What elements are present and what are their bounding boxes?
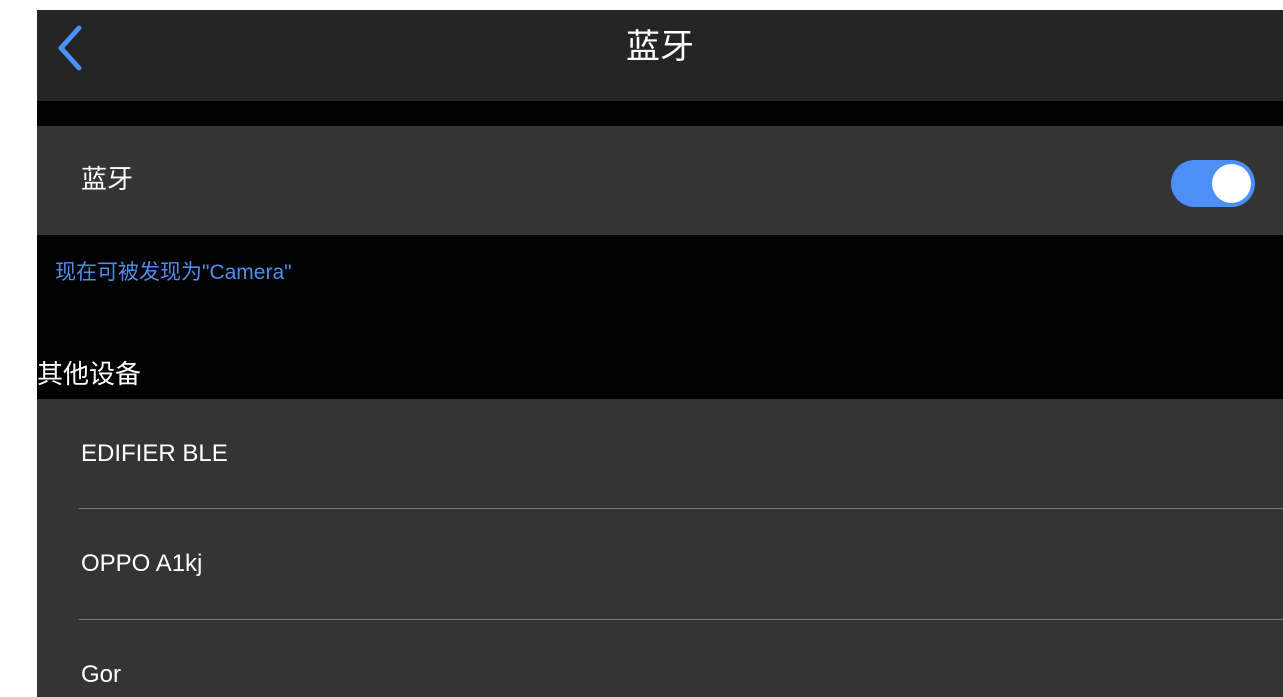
device-item-oppo-a1kj[interactable]: OPPO A1kj: [37, 509, 1283, 619]
page-title: 蓝牙: [626, 27, 694, 67]
other-devices-title: 其他设备: [37, 360, 142, 390]
device-name: OPPO A1kj: [81, 550, 203, 577]
bluetooth-toggle-row: 蓝牙: [37, 126, 1283, 235]
back-button[interactable]: [45, 20, 95, 80]
toggle-knob: [1212, 164, 1251, 203]
chevron-left-icon: [55, 24, 85, 76]
bluetooth-settings-screen: 蓝牙 蓝牙 现在可被发现为"Camera" 其他设备 EDIFIER BLE O…: [37, 10, 1283, 697]
device-name: EDIFIER BLE: [81, 440, 228, 467]
bluetooth-toggle[interactable]: [1171, 160, 1255, 207]
device-item-gor[interactable]: Gor: [37, 620, 1283, 697]
device-item-edifier-ble[interactable]: EDIFIER BLE: [37, 399, 1283, 509]
discoverable-status: 现在可被发现为"Camera": [55, 261, 292, 284]
device-name: Gor: [81, 661, 122, 688]
device-list: EDIFIER BLE OPPO A1kj Gor: [37, 399, 1283, 697]
bluetooth-label: 蓝牙: [81, 165, 134, 195]
header-bar: 蓝牙: [37, 10, 1283, 101]
